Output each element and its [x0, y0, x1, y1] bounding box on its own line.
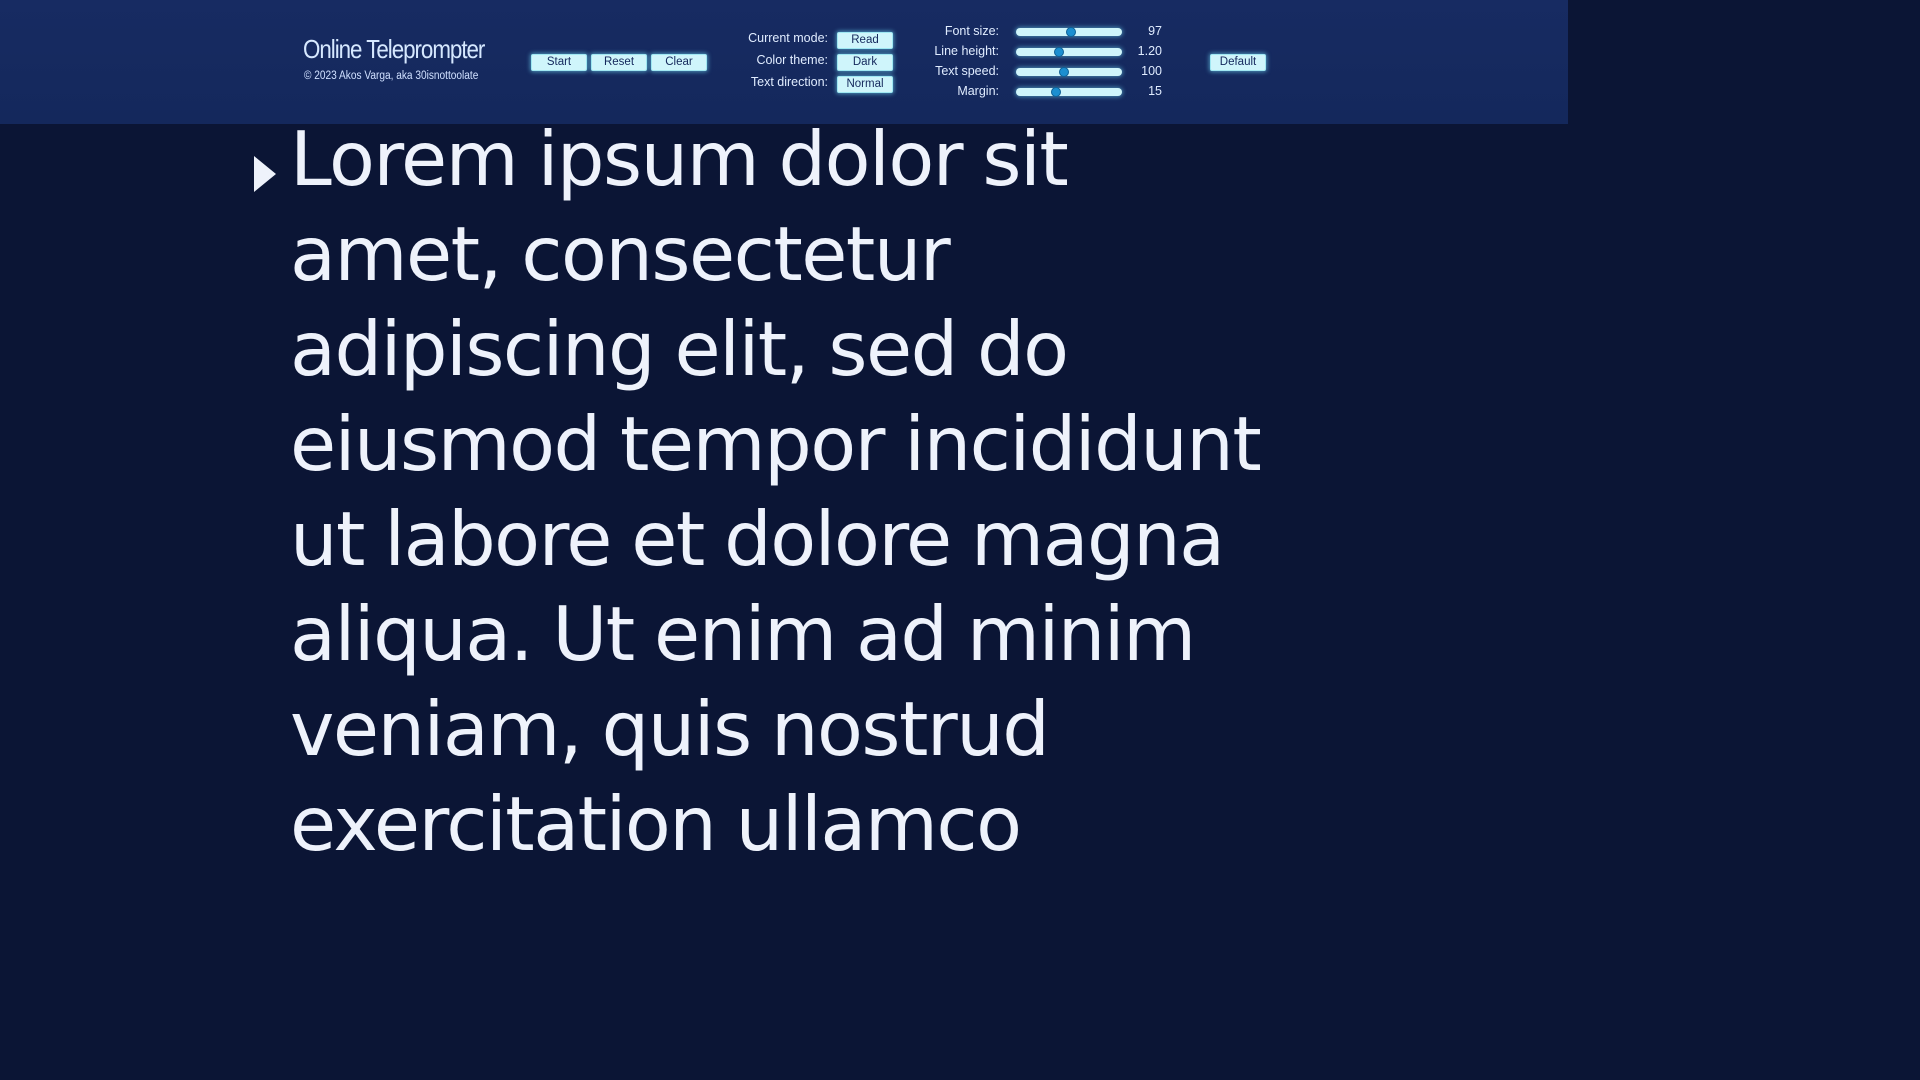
margin-label: Margin: — [957, 84, 999, 98]
default-button[interactable]: Default — [1210, 54, 1266, 71]
current-mode-label: Current mode: — [748, 31, 828, 45]
font-size-value: 97 — [1148, 24, 1162, 38]
color-theme-label: Color theme: — [756, 53, 828, 67]
color-theme-button[interactable]: Dark — [837, 54, 893, 71]
play-marker-icon — [254, 156, 276, 192]
start-button[interactable]: Start — [531, 54, 587, 71]
prompter-text[interactable]: Lorem ipsum dolor sit amet, consectetur … — [290, 124, 1280, 882]
margin-value: 15 — [1148, 84, 1162, 98]
app-title: Online Teleprompter — [303, 34, 485, 64]
margin-slider[interactable] — [1016, 87, 1122, 97]
font-size-label: Font size: — [944, 24, 999, 38]
font-size-slider[interactable] — [1016, 27, 1122, 37]
prompter-area: Lorem ipsum dolor sit amet, consectetur … — [0, 124, 1568, 882]
app-copyright: © 2023 Akos Varga, aka 30isnottoolate — [304, 70, 479, 82]
clear-button[interactable]: Clear — [651, 54, 707, 71]
reset-button[interactable]: Reset — [591, 54, 647, 71]
text-speed-slider[interactable] — [1016, 67, 1122, 77]
line-height-slider-thumb[interactable] — [1054, 47, 1065, 57]
current-mode-button[interactable]: Read — [837, 32, 893, 49]
line-height-label: Line height: — [934, 44, 999, 58]
text-direction-button[interactable]: Normal — [837, 76, 893, 93]
line-height-slider[interactable] — [1016, 47, 1122, 57]
text-speed-value: 100 — [1141, 64, 1162, 78]
header-toolbar: Online Teleprompter © 2023 Akos Varga, a… — [0, 0, 1568, 124]
text-direction-label: Text direction: — [750, 75, 828, 89]
margin-slider-thumb[interactable] — [1051, 87, 1062, 97]
text-speed-slider-thumb[interactable] — [1058, 67, 1069, 77]
font-size-slider-thumb[interactable] — [1066, 27, 1077, 37]
text-speed-label: Text speed: — [935, 64, 999, 78]
line-height-value: 1.20 — [1137, 44, 1162, 58]
